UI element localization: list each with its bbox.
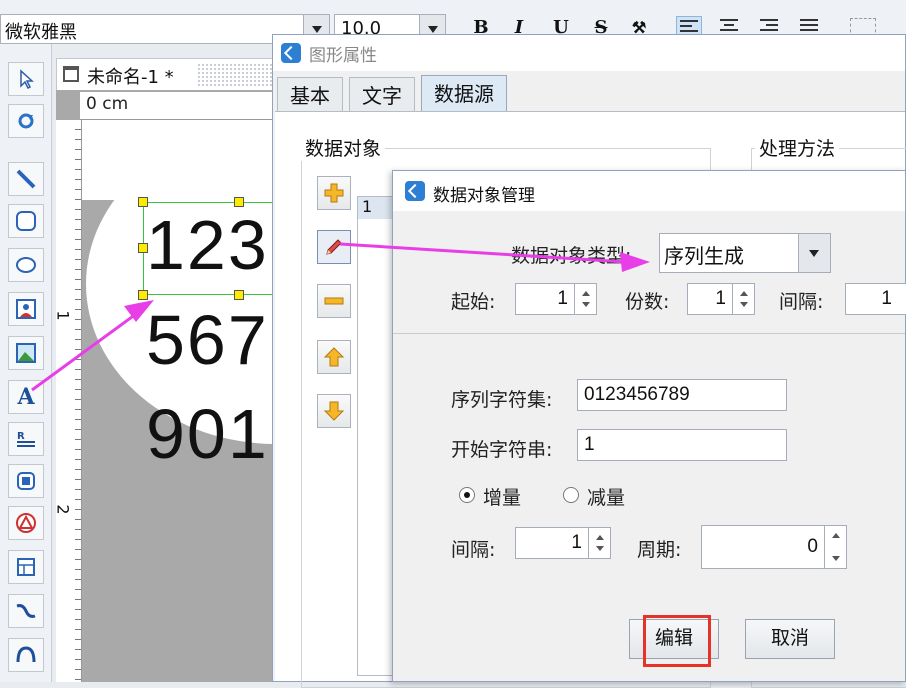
interval-top-label: 间隔: <box>779 291 824 313</box>
document-tab[interactable]: 未命名-1 * <box>56 58 329 90</box>
pointer-icon[interactable] <box>8 62 44 96</box>
resize-handle[interactable] <box>138 290 148 300</box>
start-string-input[interactable]: 1 <box>577 429 787 461</box>
ruler-unit-label: 0 cm <box>86 94 129 114</box>
resize-handle[interactable] <box>234 197 244 207</box>
copies-value: 1 <box>715 288 726 309</box>
period-stepper[interactable]: 0 <box>701 525 847 569</box>
resize-handle[interactable] <box>138 197 148 207</box>
spinner-arrows-icon[interactable] <box>824 526 846 568</box>
move-up-icon[interactable] <box>317 340 351 374</box>
horizontal-ruler: 0 cm <box>80 92 276 120</box>
ruler-mark-2: 2 <box>53 504 73 515</box>
remove-icon[interactable] <box>317 284 351 318</box>
document-tab-title: 未命名-1 * <box>87 67 174 88</box>
edit-pencil-icon[interactable] <box>317 230 351 264</box>
copies-stepper[interactable]: 1 <box>687 283 755 315</box>
data-object-group-title: 数据对象 <box>301 134 386 161</box>
cancel-button-label: 取消 <box>770 627 809 649</box>
image-icon[interactable] <box>8 292 44 326</box>
arc-icon[interactable] <box>8 638 44 672</box>
dialog-titlebar[interactable]: 数据对象管理 <box>393 171 905 211</box>
document-icon <box>63 66 79 82</box>
spinner-arrows-icon[interactable] <box>732 284 754 314</box>
copies-label: 份数: <box>625 291 670 313</box>
app-logo-icon <box>405 181 425 201</box>
data-object-type-select[interactable]: 序列生成 <box>659 233 831 273</box>
resize-handle[interactable] <box>138 243 148 253</box>
tab-basic[interactable]: 基本 <box>277 77 343 111</box>
list-item-label: 1 <box>362 197 373 216</box>
rotate-icon[interactable] <box>8 104 44 138</box>
barcode-icon[interactable]: R <box>8 422 44 456</box>
shape-icon[interactable] <box>8 464 44 498</box>
data-object-type-label: 数据对象类型: <box>511 245 632 267</box>
ruler-mark-1: 1 <box>53 310 73 321</box>
period-label: 周期: <box>637 539 682 561</box>
tool-palette: A R <box>0 44 52 682</box>
start-stepper[interactable]: 1 <box>515 283 597 315</box>
highlight-box <box>643 615 711 667</box>
curve-icon[interactable] <box>8 594 44 628</box>
dialog-titlebar[interactable]: 图形属性 <box>273 35 905 71</box>
interval-stepper[interactable]: 1 <box>515 527 611 559</box>
interval-top-value: 1 <box>881 288 892 309</box>
interval-top-stepper[interactable]: 1 <box>845 283 906 315</box>
rounded-rect-icon[interactable] <box>8 204 44 238</box>
start-string-label: 开始字符串: <box>451 439 553 461</box>
increase-radio[interactable] <box>459 487 475 503</box>
charset-label: 序列字符集: <box>451 389 553 411</box>
dialog-title: 图形属性 <box>309 46 377 66</box>
serial-number-line: 901 <box>146 395 269 473</box>
divider <box>393 333 905 334</box>
start-label: 起始: <box>451 291 496 313</box>
start-value: 1 <box>557 288 568 309</box>
chevron-down-icon[interactable] <box>798 234 830 272</box>
dialog-title: 数据对象管理 <box>433 186 535 206</box>
ellipse-icon[interactable] <box>8 248 44 282</box>
decrease-radio[interactable] <box>563 487 579 503</box>
period-value: 0 <box>807 536 818 557</box>
triangle-icon[interactable] <box>8 506 44 540</box>
table-icon[interactable] <box>8 550 44 584</box>
decrease-label: 减量 <box>587 487 626 509</box>
line-icon[interactable] <box>8 162 44 196</box>
charset-input[interactable]: 0123456789 <box>577 379 787 411</box>
serial-number-line: 567 <box>146 301 269 379</box>
processing-group-title: 处理方法 <box>755 134 840 161</box>
selected-text-object[interactable] <box>143 202 283 295</box>
increase-label: 增量 <box>483 487 522 509</box>
picture-icon[interactable] <box>8 336 44 370</box>
svg-text:R: R <box>17 431 25 442</box>
interval-value: 1 <box>571 532 582 553</box>
spinner-arrows-icon[interactable] <box>574 284 596 314</box>
data-object-manager-dialog: 数据对象管理 数据对象类型: 序列生成 起始: 1 份数: 1 间隔: 1 序列… <box>392 170 906 682</box>
resize-handle[interactable] <box>234 290 244 300</box>
tab-text[interactable]: 文字 <box>349 77 415 111</box>
move-down-icon[interactable] <box>317 394 351 428</box>
text-icon[interactable]: A <box>8 380 44 414</box>
font-family-value: 微软雅黑 <box>5 22 77 43</box>
spinner-arrows-icon[interactable] <box>588 528 610 558</box>
cancel-button[interactable]: 取消 <box>745 619 835 659</box>
interval-label: 间隔: <box>451 539 496 561</box>
app-logo-icon <box>281 43 301 63</box>
tab-datasource[interactable]: 数据源 <box>421 75 507 111</box>
vertical-ruler: 1 2 <box>53 120 82 682</box>
data-object-type-value: 序列生成 <box>664 244 744 268</box>
add-icon[interactable] <box>317 176 351 210</box>
